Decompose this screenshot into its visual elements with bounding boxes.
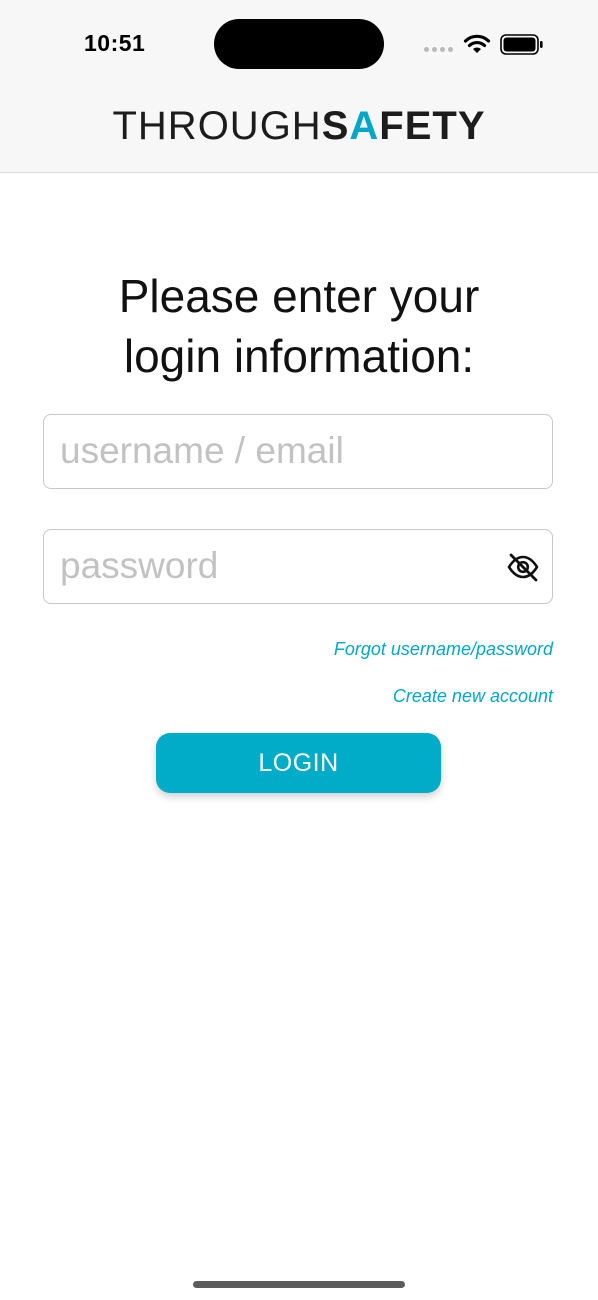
- battery-icon: [500, 34, 543, 55]
- wifi-icon: [463, 34, 491, 53]
- login-title-line1: Please enter your: [118, 270, 480, 322]
- login-button[interactable]: LOGIN: [156, 733, 441, 793]
- login-title-line2: login information:: [123, 330, 475, 382]
- logo-text-a: A: [349, 104, 380, 148]
- logo-text-s: S: [321, 104, 350, 148]
- username-field[interactable]: [43, 414, 553, 489]
- eye-off-icon[interactable]: [506, 551, 540, 583]
- forgot-password-link[interactable]: Forgot username/password: [334, 639, 553, 660]
- throughsafety-logo: THROUGHSAFETY: [0, 104, 598, 149]
- app-header: 10:51 THROUGHSAFETY: [0, 0, 598, 173]
- signal-dots-icon: [424, 47, 453, 52]
- home-indicator[interactable]: [193, 1281, 405, 1288]
- logo-text-through: THROUGH: [112, 104, 322, 148]
- login-title: Please enter your login information:: [0, 266, 598, 386]
- password-input[interactable]: [60, 530, 490, 602]
- login-screen: 10:51 THROUGHSAFETY Please enter your lo…: [0, 0, 598, 1300]
- status-time: 10:51: [84, 30, 146, 56]
- username-input[interactable]: [60, 415, 490, 487]
- dynamic-island: [214, 19, 384, 69]
- create-account-link[interactable]: Create new account: [393, 686, 553, 707]
- logo-text-fety: FETY: [379, 104, 486, 148]
- password-field[interactable]: [43, 529, 553, 604]
